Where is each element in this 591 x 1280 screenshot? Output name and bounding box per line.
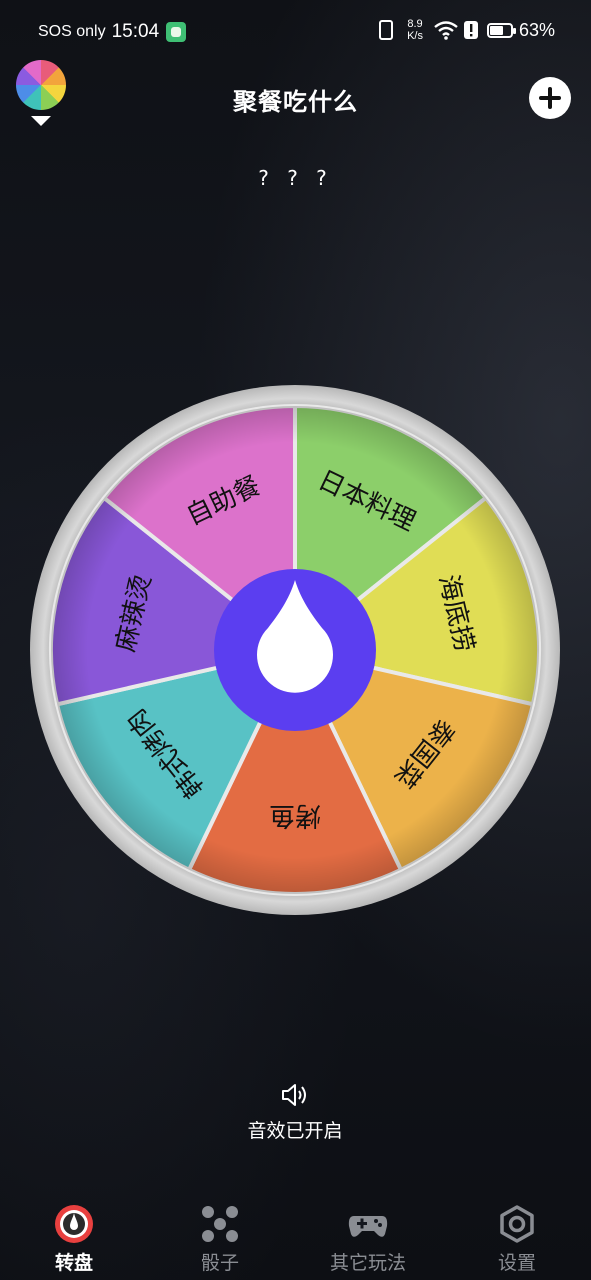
sound-status-label: 音效已开启 <box>247 1120 343 1142</box>
settings-icon <box>500 1205 534 1243</box>
tab-label: 设置 <box>497 1252 536 1274</box>
tab-wheel[interactable]: 转盘 <box>14 1196 134 1280</box>
tab-label: 转盘 <box>54 1252 93 1274</box>
wheel-segment-label: 烤鱼 <box>269 800 321 830</box>
tab-other-games[interactable]: 其它玩法 <box>308 1196 428 1280</box>
speaker-icon <box>282 1084 306 1106</box>
wheel-icon <box>55 1205 93 1243</box>
dice-icon <box>202 1206 238 1242</box>
gamepad-icon <box>348 1216 388 1237</box>
tab-dice[interactable]: 骰子 <box>160 1196 280 1280</box>
bottom-tab-bar: 转盘 骰子 其它玩法 设置 <box>0 1196 591 1280</box>
tab-label: 骰子 <box>200 1252 239 1274</box>
tab-settings[interactable]: 设置 <box>457 1196 577 1280</box>
sound-toggle[interactable]: 音效已开启 <box>220 1082 370 1142</box>
tab-label: 其它玩法 <box>329 1252 406 1274</box>
